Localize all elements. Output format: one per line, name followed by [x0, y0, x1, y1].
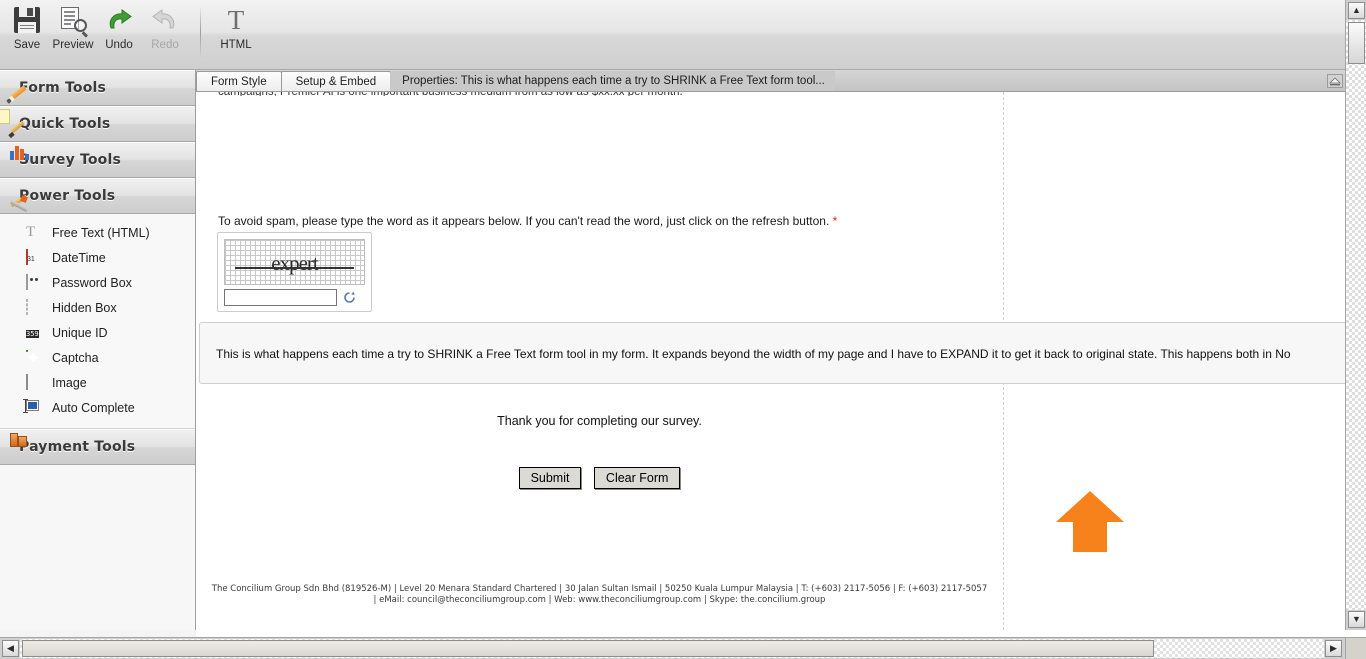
document-magnifier-icon: [59, 3, 89, 37]
tab-setup-embed[interactable]: Setup & Embed: [280, 71, 392, 91]
undo-button[interactable]: Undo: [96, 3, 142, 67]
preview-button[interactable]: Preview: [50, 3, 96, 67]
tab-properties[interactable]: Properties: This is what happens each ti…: [390, 71, 835, 91]
sidebar-group-payment-tools[interactable]: Payment Tools: [0, 429, 195, 465]
submit-button[interactable]: Submit: [518, 467, 582, 489]
sidebar-item-datetime-label: DateTime: [52, 250, 106, 265]
captcha-widget: expert: [217, 232, 372, 312]
floppy-disk-icon: [14, 3, 40, 37]
tab-form-style[interactable]: Form Style: [196, 71, 282, 91]
sidebar-item-image[interactable]: Image: [0, 370, 195, 395]
sidebar-item-datetime[interactable]: 31 DateTime: [0, 245, 195, 270]
sidebar-group-payment-tools-label: Payment Tools: [19, 439, 136, 455]
captcha-instructions: To avoid spam, please type the word as i…: [218, 214, 837, 228]
captcha-word: expert: [271, 251, 318, 275]
serif-t-icon: T: [26, 224, 36, 240]
sidebar-item-image-label: Image: [52, 375, 87, 390]
footer-line-1: The Concilium Group Sdn Bhd (819526-M) |…: [211, 584, 988, 594]
sidebar-group-survey-tools[interactable]: Survey Tools: [0, 142, 195, 178]
sidebar-item-hidden-box[interactable]: Hidden Box: [0, 295, 195, 320]
application-window: Save Preview Undo Redo T HTML Form Tools…: [0, 0, 1366, 659]
sidebar-group-form-tools-label: Form Tools: [19, 80, 107, 96]
orange-up-arrow-annotation: [1055, 489, 1125, 553]
redo-arrow-icon: [151, 3, 179, 37]
autocomplete-field-icon: [23, 399, 43, 415]
vertical-scrollbar-track[interactable]: [1346, 20, 1366, 610]
sidebar-item-free-text-html[interactable]: T Free Text (HTML): [0, 220, 195, 245]
sidebar-group-quick-tools-label: Quick Tools: [19, 116, 111, 132]
html-button[interactable]: T HTML: [213, 3, 259, 67]
sidebar-group-quick-tools[interactable]: Quick Tools: [0, 106, 195, 142]
clipped-promo-text: campaigns, Premier AI is one important b…: [218, 92, 1158, 96]
sidebar-group-form-tools[interactable]: Form Tools: [0, 70, 195, 106]
selected-free-text-element[interactable]: This is what happens each time a try to …: [199, 322, 1345, 384]
picture-icon: [26, 374, 43, 390]
sidebar-item-captcha[interactable]: Captcha: [0, 345, 195, 370]
scrollbar-corner: [1345, 637, 1366, 659]
redo-button[interactable]: Redo: [142, 3, 188, 67]
undo-arrow-icon: [105, 3, 133, 37]
vertical-scrollbar[interactable]: ▲ ▼: [1345, 0, 1366, 630]
dashed-box-icon: [26, 299, 43, 315]
sidebar-item-auto-complete-label: Auto Complete: [52, 400, 135, 415]
sidebar-item-password-box[interactable]: Password Box: [0, 270, 195, 295]
digits-icon: 359: [26, 330, 39, 338]
left-sidebar: Form Tools Quick Tools Survey Tools Powe…: [0, 70, 196, 630]
form-canvas: campaigns, Premier AI is one important b…: [196, 92, 1345, 630]
horizontal-scrollbar[interactable]: ◀ ▶: [0, 637, 1366, 659]
scroll-right-arrow[interactable]: ▶: [1325, 640, 1342, 657]
save-button[interactable]: Save: [4, 3, 50, 67]
tab-strip: Form Style Setup & Embed Properties: Thi…: [196, 70, 1345, 92]
scroll-down-arrow[interactable]: ▼: [1348, 611, 1365, 628]
sidebar-item-free-text-html-label: Free Text (HTML): [52, 225, 150, 240]
selected-free-text-content: This is what happens each time a try to …: [216, 347, 1291, 361]
captcha-image: expert: [224, 239, 365, 285]
undo-button-label: Undo: [105, 39, 133, 51]
form-button-row: Submit Clear Form: [196, 467, 1003, 489]
sidebar-group-power-tools[interactable]: Power Tools: [0, 178, 195, 214]
footer-line-2: | eMail: council@theconciliumgroup.com |…: [373, 595, 826, 605]
refresh-circular-arrow-icon[interactable]: [342, 290, 357, 305]
clear-form-button[interactable]: Clear Form: [593, 467, 681, 489]
scroll-up-arrow[interactable]: ▲: [1348, 2, 1365, 19]
thank-you-message: Thank you for completing our survey.: [497, 414, 702, 428]
sidebar-bottom-filler: [0, 630, 196, 637]
html-button-label: HTML: [220, 39, 252, 51]
captcha-strike-line: [235, 267, 354, 269]
text-t-icon: T: [227, 5, 245, 35]
redo-button-label: Redo: [151, 39, 179, 51]
sidebar-item-captcha-label: Captcha: [52, 350, 99, 365]
captcha-instructions-text: To avoid spam, please type the word as i…: [218, 214, 830, 228]
sidebar-item-auto-complete[interactable]: Auto Complete: [0, 395, 195, 420]
collapse-up-icon[interactable]: [1327, 74, 1343, 88]
page-footer: The Concilium Group Sdn Bhd (819526-M) |…: [196, 584, 1003, 606]
green-shield-plus-icon: [26, 350, 43, 365]
sidebar-item-unique-id-label: Unique ID: [52, 325, 108, 340]
sidebar-group-survey-tools-label: Survey Tools: [19, 152, 122, 168]
captcha-input[interactable]: [224, 289, 337, 306]
main-toolbar: Save Preview Undo Redo T HTML: [0, 0, 1345, 70]
sidebar-item-unique-id[interactable]: 359 Unique ID: [0, 320, 195, 345]
vertical-scrollbar-thumb[interactable]: [1348, 22, 1365, 64]
sidebar-group-power-tools-label: Power Tools: [19, 188, 116, 204]
sidebar-item-hidden-box-label: Hidden Box: [52, 300, 117, 315]
power-tools-item-list: T Free Text (HTML) 31 DateTime Password …: [0, 214, 195, 429]
required-asterisk: *: [832, 214, 838, 228]
save-button-label: Save: [13, 39, 41, 51]
horizontal-scrollbar-thumb[interactable]: [22, 640, 1154, 657]
toolbar-separator: [200, 6, 201, 58]
calendar-icon: 31: [26, 249, 43, 265]
preview-button-label: Preview: [52, 39, 94, 51]
sidebar-item-password-box-label: Password Box: [52, 275, 132, 290]
scroll-left-arrow[interactable]: ◀: [2, 640, 19, 657]
password-dots-icon: [26, 274, 43, 290]
